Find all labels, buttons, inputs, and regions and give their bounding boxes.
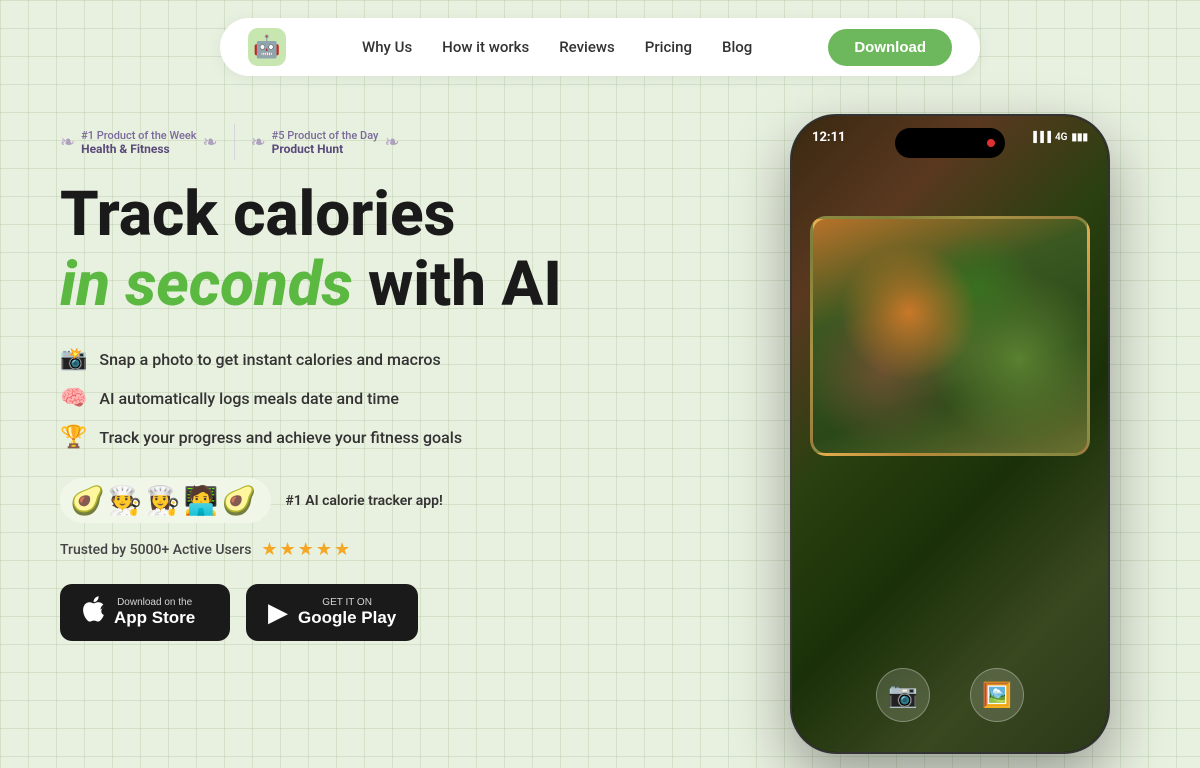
- feature-text-1: Snap a photo to get instant calories and…: [99, 350, 440, 369]
- badge-rank-1: #1 Product of the Week: [81, 129, 196, 142]
- badge-health-fitness: ❧ #1 Product of the Week Health & Fitnes…: [60, 129, 218, 156]
- badge-divider: [234, 124, 235, 160]
- avatars-group: 🥑 🧑‍🍳 👩‍🍳 🧑‍💻 🥑: [60, 478, 271, 523]
- features-list: 📸 Snap a photo to get instant calories a…: [60, 347, 720, 450]
- badge-category-1: Health & Fitness: [81, 142, 196, 156]
- laurel-right-icon-2: ❧: [384, 132, 399, 153]
- ai-badge-label: #1 AI calorie tracker app!: [285, 493, 442, 509]
- status-icons: ▐▐▐ 4G ▮▮▮: [1030, 132, 1088, 143]
- play-icon: ▶: [268, 597, 288, 628]
- feature-emoji-3: 🏆: [60, 425, 87, 450]
- main-content: ❧ #1 Product of the Week Health & Fitnes…: [0, 94, 1200, 754]
- dynamic-island-dot: [987, 139, 995, 147]
- dynamic-island: [895, 128, 1005, 158]
- network-type: 4G: [1055, 132, 1068, 143]
- nav-blog[interactable]: Blog: [722, 38, 752, 56]
- camera-button[interactable]: 📷: [876, 668, 930, 722]
- feature-item-2: 🧠 AI automatically logs meals date and t…: [60, 386, 720, 411]
- badge-category-2: Product Hunt: [272, 142, 379, 156]
- apple-icon: [82, 596, 104, 629]
- trusted-text: Trusted by 5000+ Active Users: [60, 542, 251, 558]
- app-store-text: Download on the App Store: [114, 597, 195, 628]
- laurel-left-icon-2: ❧: [251, 132, 266, 153]
- hero-green-text: in seconds: [60, 248, 353, 321]
- phone-time: 12:11: [812, 130, 846, 145]
- app-store-small-text: Download on the: [114, 597, 195, 608]
- phone-section: 12:11 ▐▐▐ 4G ▮▮▮ 📷: [760, 114, 1140, 754]
- avatar-4: 🧑‍💻: [184, 484, 219, 517]
- google-play-small-text: GET IT ON: [298, 597, 396, 608]
- phone-food-background: [792, 116, 1108, 752]
- feature-text-3: Track your progress and achieve your fit…: [99, 428, 462, 447]
- google-play-text: GET IT ON Google Play: [298, 597, 396, 628]
- badge-text-1: #1 Product of the Week Health & Fitness: [81, 129, 196, 156]
- feature-emoji-1: 📸: [60, 347, 87, 372]
- user-avatars-row: 🥑 🧑‍🍳 👩‍🍳 🧑‍💻 🥑 #1 AI calorie tracker ap…: [60, 478, 720, 523]
- logo: 🤖: [248, 28, 286, 66]
- feature-item-3: 🏆 Track your progress and achieve your f…: [60, 425, 720, 450]
- app-store-large-text: App Store: [114, 608, 195, 628]
- nav-links: Why Us How it works Reviews Pricing Blog: [362, 38, 752, 56]
- google-play-large-text: Google Play: [298, 608, 396, 628]
- badge-text-2: #5 Product of the Day Product Hunt: [272, 129, 379, 156]
- logo-emoji: 🤖: [253, 35, 280, 60]
- store-buttons: Download on the App Store ▶ GET IT ON Go…: [60, 584, 720, 641]
- avatar-1: 🥑: [70, 484, 105, 517]
- avatar-5: 🥑: [222, 484, 257, 517]
- avatar-3: 👩‍🍳: [146, 484, 181, 517]
- google-play-button[interactable]: ▶ GET IT ON Google Play: [246, 584, 418, 641]
- feature-emoji-2: 🧠: [60, 386, 87, 411]
- hero-headline-1: Track calories: [60, 182, 720, 247]
- nav-why-us[interactable]: Why Us: [362, 38, 412, 56]
- avatar-2: 🧑‍🍳: [108, 484, 143, 517]
- feature-item-1: 📸 Snap a photo to get instant calories a…: [60, 347, 720, 372]
- nav-pricing[interactable]: Pricing: [645, 38, 692, 56]
- battery-icon: ▮▮▮: [1071, 132, 1088, 143]
- nav-download-button[interactable]: Download: [828, 29, 952, 66]
- laurel-left-icon: ❧: [60, 132, 75, 153]
- phone-mockup: 12:11 ▐▐▐ 4G ▮▮▮ 📷: [790, 114, 1110, 754]
- feature-text-2: AI automatically logs meals date and tim…: [99, 389, 399, 408]
- signal-icon: ▐▐▐: [1030, 132, 1051, 143]
- food-bowl-image: [813, 219, 1087, 453]
- hero-headline-2: in seconds with AI: [60, 251, 720, 319]
- hero-dark-text: with AI: [353, 248, 562, 321]
- gallery-button[interactable]: 🖼️: [970, 668, 1024, 722]
- app-store-button[interactable]: Download on the App Store: [60, 584, 230, 641]
- hero-left: ❧ #1 Product of the Week Health & Fitnes…: [60, 114, 720, 641]
- phone-screen: 12:11 ▐▐▐ 4G ▮▮▮ 📷: [792, 116, 1108, 752]
- badge-rank-2: #5 Product of the Day: [272, 129, 379, 142]
- navbar: 🤖 Why Us How it works Reviews Pricing Bl…: [220, 18, 980, 76]
- nav-how-it-works[interactable]: How it works: [442, 38, 529, 56]
- badge-product-hunt: ❧ #5 Product of the Day Product Hunt ❧: [251, 129, 400, 156]
- food-bowl-frame: [810, 216, 1090, 456]
- nav-reviews[interactable]: Reviews: [559, 38, 615, 56]
- phone-bottom-controls: 📷 🖼️: [792, 668, 1108, 722]
- laurel-right-icon: ❧: [202, 132, 217, 153]
- gallery-icon: 🖼️: [982, 681, 1012, 709]
- camera-icon: 📷: [888, 681, 918, 709]
- star-rating: ★★★★★: [261, 539, 352, 560]
- award-badges: ❧ #1 Product of the Week Health & Fitnes…: [60, 124, 720, 160]
- trusted-row: Trusted by 5000+ Active Users ★★★★★: [60, 539, 720, 560]
